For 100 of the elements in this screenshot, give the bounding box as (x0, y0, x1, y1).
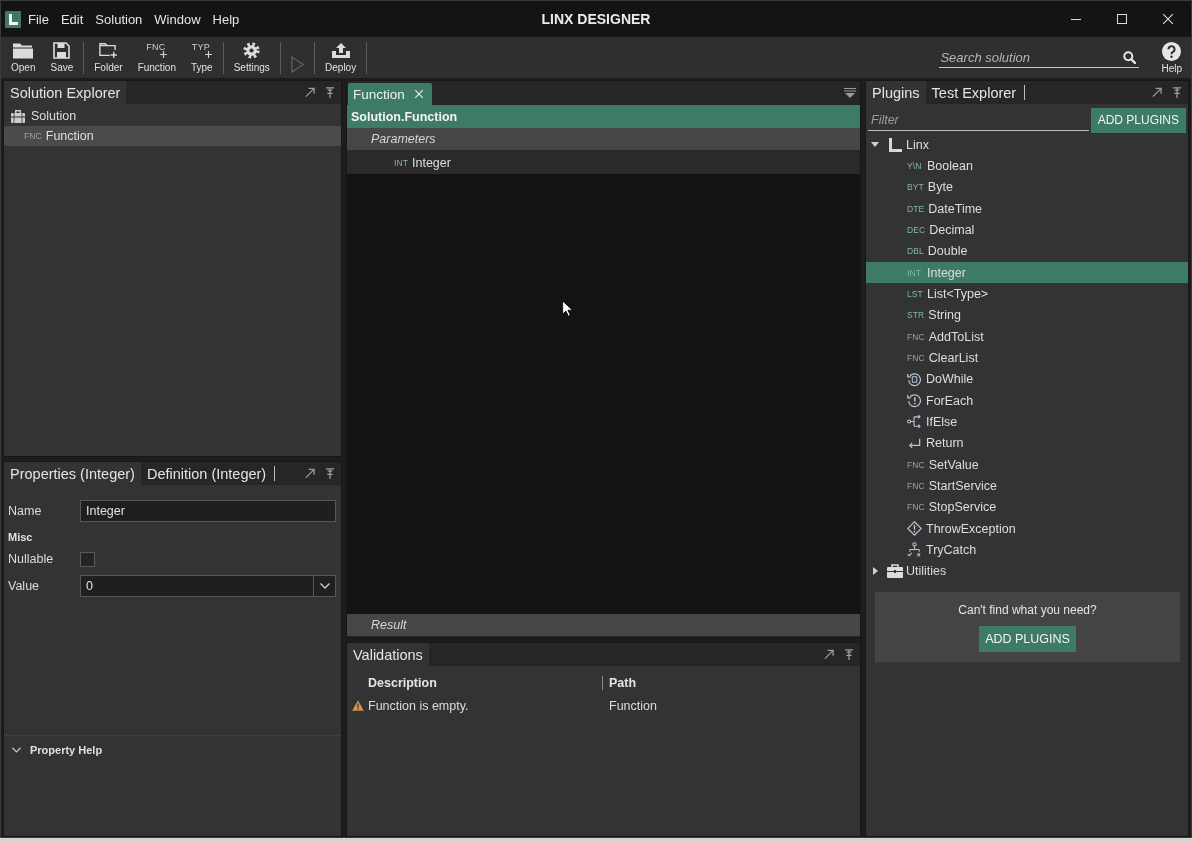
tree-item[interactable]: DBL Double (866, 240, 1188, 262)
tree-item[interactable]: DTE DateTime (866, 198, 1188, 220)
collapsed-arrow-icon[interactable] (873, 567, 878, 576)
tree-item[interactable]: Return (866, 432, 1188, 454)
function-header[interactable]: Solution.Function (347, 105, 860, 128)
tree-item[interactable]: Y\N Boolean (866, 155, 1188, 177)
type-code: DEC (907, 224, 926, 235)
tree-item[interactable]: Solution (4, 105, 341, 126)
window-title: LINX DESIGNER (541, 11, 651, 27)
parameter-item[interactable]: INT Integer (347, 151, 860, 174)
type-code: STR (907, 310, 925, 321)
pin-icon[interactable] (325, 87, 335, 98)
panel-tab[interactable]: Test Explorer (925, 81, 1023, 104)
panel-tab[interactable]: Properties (Integer) (4, 462, 141, 485)
tree-item[interactable]: INT Integer (866, 261, 1188, 284)
save-icon (53, 41, 71, 59)
menu-item[interactable]: File (28, 11, 49, 27)
tree-item[interactable]: IfElse (866, 411, 1188, 433)
tree-item[interactable]: ForEach (866, 389, 1188, 412)
panel-tab[interactable]: Validations (347, 643, 429, 666)
tree-item[interactable]: FNC StopService (866, 496, 1188, 518)
toolbar-button[interactable]: Deploy (320, 39, 362, 76)
field-label: Value (8, 579, 41, 593)
tree-item[interactable]: FNC Function (4, 126, 341, 146)
tree-item[interactable]: DoWhile (866, 368, 1188, 390)
toolbar-button[interactable]: FNC Function (132, 39, 181, 76)
search-icon[interactable] (1123, 50, 1137, 64)
table-cell-text: Function is empty. (368, 698, 470, 713)
tree-item[interactable]: LST List<Type> (866, 283, 1188, 305)
tree-item[interactable]: BYT Byte (866, 176, 1188, 198)
tree-item[interactable]: TryCatch (866, 539, 1188, 561)
menu-item[interactable]: Window (154, 11, 201, 27)
pin-icon[interactable] (844, 649, 854, 660)
type-code: INT (394, 157, 408, 168)
menu-item[interactable]: Solution (95, 11, 143, 27)
toolbar-button[interactable]: Settings (228, 39, 275, 76)
settings-icon (243, 41, 261, 59)
add-plugins-button[interactable]: ADD PLUGINS (979, 625, 1076, 652)
warning-icon (352, 700, 364, 711)
branch-icon (907, 414, 922, 430)
add-plugins-button[interactable]: ADD PLUGINS (1090, 107, 1186, 133)
tree-item[interactable]: ThrowException (866, 517, 1188, 540)
tree-item[interactable]: FNC ClearList (866, 347, 1188, 369)
toolbox-icon (887, 563, 903, 580)
checkbox[interactable] (80, 551, 95, 567)
field-label: Name (8, 504, 43, 518)
type-code: FNC (907, 480, 925, 491)
diagonal-arrow-icon[interactable] (1152, 87, 1162, 98)
panel-tab[interactable]: Plugins (866, 81, 926, 104)
logo-icon (5, 10, 21, 28)
tree-item[interactable]: STR String (866, 304, 1188, 326)
toolbar-button[interactable]: TYP Type (186, 39, 218, 76)
plus-icon (204, 50, 212, 58)
tree-item[interactable]: FNC StartService (866, 475, 1188, 497)
tree-item[interactable]: Utilities (866, 560, 1188, 582)
dropdown-field[interactable]: 0 (80, 575, 336, 597)
pin-icon[interactable] (325, 468, 335, 479)
text-field[interactable]: Integer (80, 500, 336, 522)
section-header: Result (347, 614, 860, 637)
section-label: Misc (8, 530, 34, 545)
briefcase-icon (10, 107, 26, 124)
menu-item[interactable]: Edit (60, 11, 84, 27)
loop-arrow-icon (907, 371, 922, 387)
diagonal-arrow-icon[interactable] (824, 649, 834, 660)
type-code: DTE (907, 203, 925, 214)
diagonal-arrow-icon[interactable] (305, 468, 315, 479)
help-button[interactable]: Help (1161, 41, 1182, 74)
diagonal-arrow-icon[interactable] (305, 87, 315, 98)
type-code: FNC (907, 331, 925, 342)
tree-item[interactable]: DEC Decimal (866, 219, 1188, 241)
column-header[interactable]: Description (368, 676, 602, 690)
type-code: LST (907, 288, 923, 299)
tab-list-icon[interactable] (844, 88, 856, 98)
toolbar-button[interactable]: Save (45, 39, 79, 76)
tree-item[interactable]: FNC AddToList (866, 325, 1188, 348)
tree-item[interactable]: Linx (866, 134, 1188, 156)
search-field[interactable]: Search solution (939, 47, 1140, 68)
play-icon (290, 55, 305, 73)
type-code: FNC (24, 131, 42, 141)
panel-tab[interactable]: Solution Explorer (4, 81, 127, 104)
folder-icon (13, 41, 34, 59)
pin-icon[interactable] (1172, 87, 1182, 98)
panel-tab[interactable]: Definition (Integer) (140, 462, 273, 485)
filter-field[interactable]: Filter (868, 109, 1089, 131)
close-icon[interactable] (414, 90, 423, 98)
close-icon (1163, 14, 1173, 24)
logo-icon (887, 136, 903, 153)
maximize-icon (1117, 14, 1127, 24)
tree-item[interactable]: FNC SetValue (866, 453, 1188, 476)
hint-text: Can't find what you need? (958, 602, 1097, 617)
column-header[interactable]: Path (602, 676, 860, 690)
mouse-pointer-icon (562, 300, 573, 317)
toolbar-button[interactable]: Folder (89, 39, 128, 76)
menu-item[interactable]: Help (212, 11, 240, 27)
person-tick-cross-icon (907, 542, 922, 558)
toolbar-button[interactable]: Open (6, 39, 41, 76)
document-tab[interactable]: Function (348, 83, 432, 105)
expanded-arrow-icon[interactable] (871, 142, 879, 148)
expander-header[interactable]: Property Help (12, 744, 103, 756)
type-code: BYT (907, 182, 924, 193)
